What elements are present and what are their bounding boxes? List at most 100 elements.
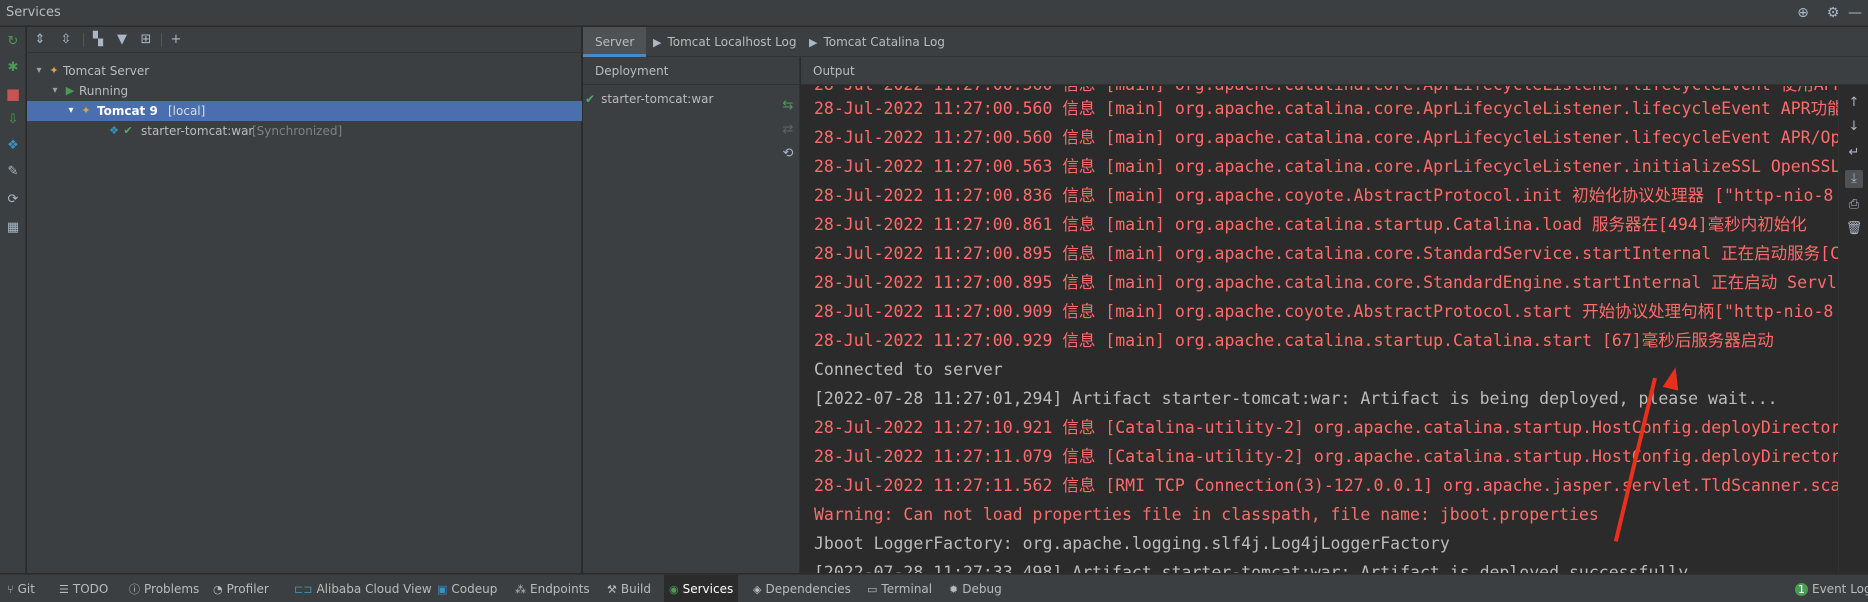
alibaba-cloud-view-tool-button[interactable]: ⊏⊐ Alibaba Cloud View [289, 575, 437, 602]
tomcat-icon: ✦ [81, 104, 91, 117]
check-icon: ✔ [123, 124, 133, 137]
tool-label: Alibaba Cloud View [316, 582, 432, 596]
redeploy-icon[interactable]: ⟲ [779, 145, 797, 163]
deployment-panel: Deployment ✔ starter-tomcat:war ⇆ ⇄ ⟲ [583, 57, 800, 573]
console-line: [2022-07-28 11:27:01,294] Artifact start… [814, 389, 1778, 408]
tab-label: Tomcat Catalina Log [823, 35, 945, 49]
group-by-icon[interactable]: ▚ [89, 31, 107, 49]
artifact-icon[interactable]: ❖ [4, 137, 22, 155]
git-icon: ⑂ [7, 583, 14, 596]
service-details-panel: Server ▶ Tomcat Localhost Log ▶ Tomcat Cat… [583, 27, 1868, 573]
tool-label: Codeup [451, 582, 498, 596]
tree-item-tomcat-9[interactable]: ▾ ✦ Tomcat 9 [local] [27, 101, 582, 121]
codeup-tool-button[interactable]: ▣ Codeup [432, 575, 502, 602]
rerun-icon[interactable]: ↻ [4, 33, 22, 51]
services-icon: ◉ [669, 583, 679, 596]
console-line: 28-Jul-2022 11:27:00.563 信息 [main] org.a… [814, 157, 1838, 176]
log-icon: ▶ [809, 36, 818, 49]
artifact-icon: ❖ [109, 124, 119, 137]
tab-server[interactable]: Server [583, 27, 647, 57]
terminal-icon: ▭ [867, 583, 878, 596]
arrow-up-icon[interactable]: ↑ [1845, 94, 1863, 112]
problems-tool-button[interactable]: ⓘ Problems [124, 575, 204, 602]
services-tree-panel: ⇕ ⇳ ▚ ▼ ⊞ + ▾ ✦ Tomcat Server ▾ ▶ Runnin… [27, 27, 582, 573]
tree-item-suffix: [local] [168, 104, 206, 118]
deployment-item-label: starter-tomcat:war [601, 92, 714, 106]
profiler-icon: ◔ [213, 583, 223, 596]
window-title: Services [6, 5, 61, 20]
console-line: 28-Jul-2022 11:27:00.836 信息 [main] org.a… [814, 186, 1834, 205]
tomcat-icon: ✦ [49, 64, 59, 77]
chevron-down-icon[interactable]: ▾ [49, 81, 61, 101]
profiler-tool-button[interactable]: ◔ Profiler [208, 575, 274, 602]
tree-toolbar: ⇕ ⇳ ▚ ▼ ⊞ + [27, 27, 581, 53]
chevron-down-icon[interactable]: ▾ [33, 61, 45, 81]
filter-icon[interactable]: ▼ [113, 31, 131, 49]
arrow-down-icon[interactable]: ↓ [1845, 118, 1863, 136]
build-tool-button[interactable]: ⚒ Build [602, 575, 656, 602]
endpoints-tool-button[interactable]: ⁂ Endpoints [510, 575, 595, 602]
minimize-icon[interactable]: — [1846, 4, 1864, 22]
new-tab-icon[interactable]: ⊞ [137, 31, 155, 49]
event-log-count-badge: 1 [1795, 583, 1808, 596]
trash-icon[interactable]: 🗑 [1845, 220, 1863, 238]
console-line: Warning: Can not load properties file in… [814, 505, 1599, 524]
debug-run-icon[interactable]: ✱ [4, 59, 22, 77]
refresh-icon[interactable]: ⟳ [4, 191, 22, 209]
undeploy-icon[interactable]: ⇄ [779, 121, 797, 139]
collapse-all-icon[interactable]: ⇳ [57, 31, 75, 49]
console-line: 28-Jul-2022 11:27:00.895 信息 [main] org.a… [814, 244, 1838, 263]
build-icon: ⚒ [607, 583, 617, 596]
console-line: 28-Jul-2022 11:27:00.560 信息 [main] org.a… [814, 128, 1838, 147]
title-bar: Services ⊕ ⚙ — [0, 0, 1868, 26]
tool-label: Debug [962, 582, 1002, 596]
chevron-down-icon[interactable]: ▾ [65, 101, 77, 121]
git-tool-button[interactable]: ⑂ Git [2, 575, 40, 602]
tree-item-label: Running [79, 84, 129, 98]
tool-label: Problems [144, 582, 200, 596]
deploy-icon[interactable]: ⇆ [779, 97, 797, 115]
event-log-button[interactable]: 1 Event Log [1790, 575, 1868, 602]
check-icon: ✔ [585, 92, 596, 106]
dependencies-tool-button[interactable]: ◈ Dependencies [748, 575, 856, 602]
tool-label: Endpoints [530, 582, 590, 596]
services-tool-button[interactable]: ◉ Services [664, 575, 739, 602]
todo-icon: ☰ [59, 583, 69, 596]
tab-tomcat-localhost-log[interactable]: ▶ Tomcat Localhost Log [641, 27, 809, 57]
terminal-tool-button[interactable]: ▭ Terminal [862, 575, 937, 602]
tool-label: TODO [72, 582, 109, 596]
tool-label: Git [17, 582, 35, 596]
tree-item-starter-tomcat-war[interactable]: ❖ ✔ starter-tomcat:war [Synchronized] [27, 121, 582, 141]
scroll-to-end-icon[interactable]: ⤓ [1845, 170, 1863, 188]
gear-icon[interactable]: ⚙ [1824, 4, 1842, 22]
log-icon: ▶ [653, 36, 662, 49]
soft-wrap-icon[interactable]: ↵ [1845, 144, 1863, 162]
tree-item-suffix: [Synchronized] [252, 124, 343, 138]
tab-bar: Server ▶ Tomcat Localhost Log ▶ Tomcat Cat… [583, 27, 1868, 57]
tree-item-running[interactable]: ▾ ▶ Running [27, 81, 582, 101]
codeup-icon: ▣ [437, 583, 448, 596]
services-toolbar: ↻ ✱ ■ ⇩ ❖ ✎ ⟳ ▦ [0, 27, 26, 573]
layout-icon[interactable]: ▦ [4, 219, 22, 237]
deployment-header: Deployment [583, 57, 799, 85]
console-output[interactable]: 28-Jul-2022 11:27:00.560 信息 [main] org.a… [801, 86, 1838, 573]
todo-tool-button[interactable]: ☰ TODO [54, 575, 113, 602]
tab-label: Tomcat Localhost Log [667, 35, 797, 49]
add-service-icon[interactable]: + [167, 31, 185, 49]
print-icon[interactable]: ⎙ [1845, 196, 1863, 214]
endpoints-icon: ⁂ [515, 583, 526, 596]
deploy-icon[interactable]: ⇩ [4, 111, 22, 129]
tool-label: Services [682, 582, 734, 596]
run-icon: ▶ [65, 84, 75, 97]
tool-label: Build [620, 582, 651, 596]
console-line: 28-Jul-2022 11:27:10.921 信息 [Catalina-ut… [814, 418, 1838, 437]
tree-item-tomcat-server[interactable]: ▾ ✦ Tomcat Server [27, 61, 582, 81]
crosshair-icon[interactable]: ⊕ [1794, 4, 1812, 22]
tab-tomcat-catalina-log[interactable]: ▶ Tomcat Catalina Log [797, 27, 957, 57]
console-line: 28-Jul-2022 11:27:00.861 信息 [main] org.a… [814, 215, 1807, 234]
wrench-icon[interactable]: ✎ [4, 163, 22, 181]
debug-tool-button[interactable]: ✹ Debug [944, 575, 1007, 602]
expand-all-icon[interactable]: ⇕ [31, 31, 49, 49]
deployment-item[interactable]: ✔ starter-tomcat:war [585, 89, 713, 109]
stop-icon[interactable]: ■ [4, 85, 22, 103]
